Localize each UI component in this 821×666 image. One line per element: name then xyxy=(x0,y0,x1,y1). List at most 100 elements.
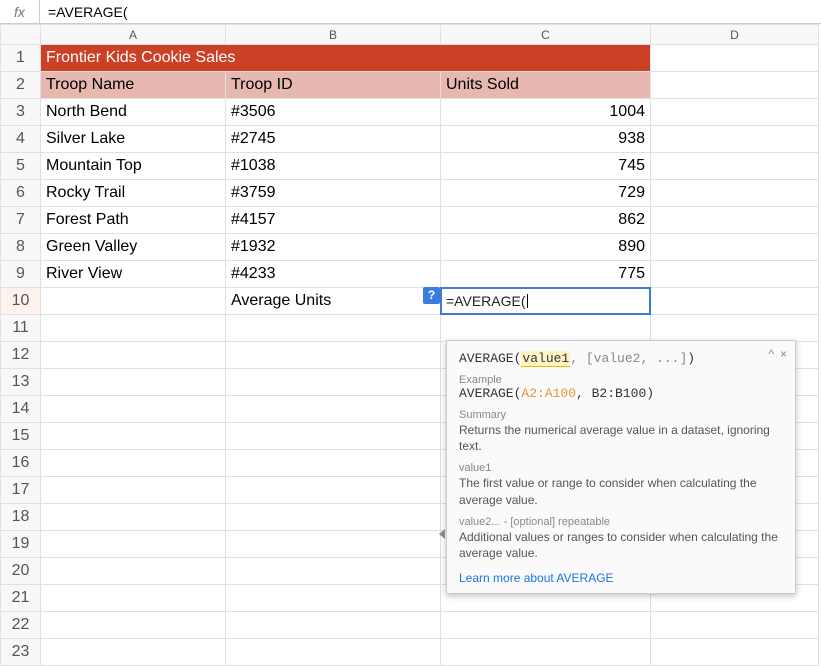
tooltip-close-icon[interactable]: × xyxy=(780,347,787,361)
cell[interactable] xyxy=(651,261,819,288)
help-badge-icon[interactable]: ? xyxy=(423,287,440,304)
cell[interactable] xyxy=(441,315,651,342)
cell-troop-name[interactable]: Rocky Trail xyxy=(41,180,226,207)
cell[interactable] xyxy=(41,558,226,585)
cell[interactable] xyxy=(441,612,651,639)
cell[interactable] xyxy=(41,504,226,531)
cell[interactable] xyxy=(41,396,226,423)
row-header-4[interactable]: 4 xyxy=(1,126,41,153)
cell-units-sold[interactable]: 1004 xyxy=(441,99,651,126)
header-troop-id[interactable]: Troop ID xyxy=(226,72,441,99)
row-header-11[interactable]: 11 xyxy=(1,315,41,342)
active-cell[interactable]: ?=AVERAGE( xyxy=(441,288,651,315)
row-header-7[interactable]: 7 xyxy=(1,207,41,234)
cell[interactable] xyxy=(651,315,819,342)
cell-troop-name[interactable]: Silver Lake xyxy=(41,126,226,153)
cell[interactable] xyxy=(41,612,226,639)
cell[interactable] xyxy=(41,531,226,558)
cell[interactable] xyxy=(41,639,226,666)
row-header-15[interactable]: 15 xyxy=(1,423,41,450)
row-header-21[interactable]: 21 xyxy=(1,585,41,612)
cell[interactable] xyxy=(651,45,819,72)
cell[interactable] xyxy=(651,288,819,315)
cell[interactable] xyxy=(226,315,441,342)
cell-units-sold[interactable]: 862 xyxy=(441,207,651,234)
row-header-1[interactable]: 1 xyxy=(1,45,41,72)
cell[interactable] xyxy=(226,396,441,423)
row-header-19[interactable]: 19 xyxy=(1,531,41,558)
row-header-8[interactable]: 8 xyxy=(1,234,41,261)
row-header-5[interactable]: 5 xyxy=(1,153,41,180)
cell[interactable] xyxy=(651,72,819,99)
cell-troop-name[interactable]: Green Valley xyxy=(41,234,226,261)
cell[interactable] xyxy=(651,639,819,666)
cell-units-sold[interactable]: 938 xyxy=(441,126,651,153)
cell[interactable] xyxy=(41,369,226,396)
row-header-23[interactable]: 23 xyxy=(1,639,41,666)
row-header-17[interactable]: 17 xyxy=(1,477,41,504)
row-header-18[interactable]: 18 xyxy=(1,504,41,531)
formula-input[interactable] xyxy=(40,0,821,23)
cell[interactable] xyxy=(651,126,819,153)
cell[interactable] xyxy=(41,342,226,369)
learn-more-link[interactable]: Learn more about AVERAGE xyxy=(459,571,614,585)
row-header-2[interactable]: 2 xyxy=(1,72,41,99)
col-header-d[interactable]: D xyxy=(651,25,819,45)
cell-troop-id[interactable]: #3506 xyxy=(226,99,441,126)
cell-troop-id[interactable]: #2745 xyxy=(226,126,441,153)
cell[interactable] xyxy=(41,288,226,315)
cell[interactable] xyxy=(651,234,819,261)
cell-troop-name[interactable]: Mountain Top xyxy=(41,153,226,180)
cell[interactable] xyxy=(226,612,441,639)
cell[interactable] xyxy=(226,531,441,558)
corner-cell[interactable] xyxy=(1,25,41,45)
cell-troop-id[interactable]: #4157 xyxy=(226,207,441,234)
row-header-3[interactable]: 3 xyxy=(1,99,41,126)
cell[interactable] xyxy=(651,153,819,180)
cell[interactable] xyxy=(441,639,651,666)
cell[interactable] xyxy=(41,450,226,477)
cell-troop-name[interactable]: Forest Path xyxy=(41,207,226,234)
cell[interactable] xyxy=(226,504,441,531)
cell[interactable] xyxy=(226,342,441,369)
cell-troop-name[interactable]: River View xyxy=(41,261,226,288)
col-header-b[interactable]: B xyxy=(226,25,441,45)
cell[interactable] xyxy=(226,423,441,450)
cell[interactable] xyxy=(226,369,441,396)
row-header-13[interactable]: 13 xyxy=(1,369,41,396)
cell-units-sold[interactable]: 775 xyxy=(441,261,651,288)
cell-troop-id[interactable]: #1038 xyxy=(226,153,441,180)
col-header-c[interactable]: C xyxy=(441,25,651,45)
col-header-a[interactable]: A xyxy=(41,25,226,45)
average-label-cell[interactable]: Average Units xyxy=(226,288,441,315)
cell[interactable] xyxy=(651,612,819,639)
cell[interactable] xyxy=(651,180,819,207)
cell[interactable] xyxy=(41,423,226,450)
header-troop-name[interactable]: Troop Name xyxy=(41,72,226,99)
cell[interactable] xyxy=(226,558,441,585)
cell[interactable] xyxy=(651,99,819,126)
tooltip-collapse-icon[interactable]: ^ xyxy=(768,347,774,361)
cell-units-sold[interactable]: 745 xyxy=(441,153,651,180)
cell-units-sold[interactable]: 729 xyxy=(441,180,651,207)
cell[interactable] xyxy=(226,639,441,666)
row-header-14[interactable]: 14 xyxy=(1,396,41,423)
cell[interactable] xyxy=(651,207,819,234)
cell[interactable] xyxy=(226,585,441,612)
row-header-22[interactable]: 22 xyxy=(1,612,41,639)
cell[interactable] xyxy=(41,315,226,342)
row-header-16[interactable]: 16 xyxy=(1,450,41,477)
row-header-9[interactable]: 9 xyxy=(1,261,41,288)
row-header-20[interactable]: 20 xyxy=(1,558,41,585)
cell[interactable] xyxy=(226,477,441,504)
cell-troop-id[interactable]: #3759 xyxy=(226,180,441,207)
cell[interactable] xyxy=(226,450,441,477)
cell-units-sold[interactable]: 890 xyxy=(441,234,651,261)
header-units-sold[interactable]: Units Sold xyxy=(441,72,651,99)
row-header-12[interactable]: 12 xyxy=(1,342,41,369)
cell-troop-id[interactable]: #1932 xyxy=(226,234,441,261)
cell[interactable] xyxy=(41,585,226,612)
row-header-10[interactable]: 10 xyxy=(1,288,41,315)
cell-troop-name[interactable]: North Bend xyxy=(41,99,226,126)
cell-troop-id[interactable]: #4233 xyxy=(226,261,441,288)
